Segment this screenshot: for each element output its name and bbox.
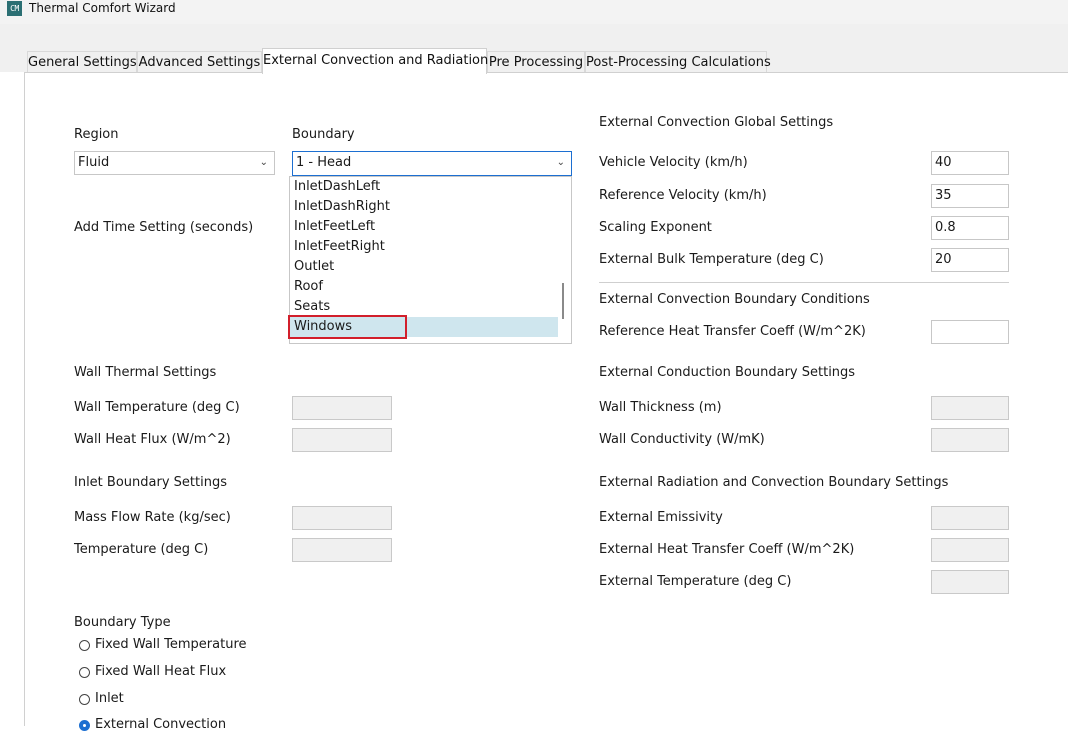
chevron-down-icon: ⌄	[259, 157, 268, 168]
wall-thickness-label: Wall Thickness (m)	[599, 400, 722, 415]
tab-external-convection-radiation[interactable]: External Convection and Radiation	[262, 48, 488, 74]
list-item[interactable]: InletDashRight	[294, 197, 390, 217]
external-htc-label: External Heat Transfer Coeff (W/m^2K)	[599, 542, 855, 557]
tab-general-settings[interactable]: General Settings	[27, 51, 137, 73]
ext-conv-global-section-title: External Convection Global Settings	[599, 115, 834, 130]
boundary-type-section-title: Boundary Type	[74, 615, 171, 630]
boundary-label: Boundary	[292, 127, 355, 142]
list-item[interactable]: InletDashLeft	[294, 177, 380, 197]
vehicle-velocity-field[interactable]: 40	[931, 151, 1009, 175]
ext-conduction-section-title: External Conduction Boundary Settings	[599, 365, 856, 380]
tab-post-processing-calculations[interactable]: Post-Processing Calculations	[585, 51, 771, 73]
external-htc-field[interactable]	[931, 538, 1009, 562]
bulk-temperature-field[interactable]: 20	[931, 248, 1009, 272]
inlet-temperature-field[interactable]	[292, 538, 392, 562]
mass-flow-rate-field[interactable]	[292, 506, 392, 530]
wall-heat-flux-field[interactable]	[292, 428, 392, 452]
region-label: Region	[74, 127, 119, 142]
wall-thermal-section-title: Wall Thermal Settings	[74, 365, 217, 380]
reference-htc-label: Reference Heat Transfer Coeff (W/m^2K)	[599, 324, 866, 339]
region-value: Fluid	[78, 155, 110, 170]
list-scrollbar[interactable]	[562, 283, 564, 319]
add-time-setting-label: Add Time Setting (seconds)	[74, 220, 254, 235]
region-dropdown[interactable]: Fluid ⌄	[74, 151, 275, 175]
list-item[interactable]: InletFeetRight	[294, 237, 385, 257]
tab-advanced-settings[interactable]: Advanced Settings	[137, 51, 262, 73]
tab-pre-processing[interactable]: Pre Processing	[487, 51, 585, 73]
radio-label-fixed-wall-heat-flux: Fixed Wall Heat Flux	[95, 664, 227, 679]
external-emissivity-field[interactable]	[931, 506, 1009, 530]
wall-temperature-field[interactable]	[292, 396, 392, 420]
chevron-down-icon: ⌄	[556, 157, 565, 168]
list-item[interactable]: Roof	[294, 277, 323, 297]
scaling-exponent-field[interactable]: 0.8	[931, 216, 1009, 240]
wall-conductivity-field[interactable]	[931, 428, 1009, 452]
reference-velocity-label: Reference Velocity (km/h)	[599, 188, 767, 203]
inlet-temperature-label: Temperature (deg C)	[74, 542, 209, 557]
boundary-dropdown[interactable]: 1 - Head ⌄	[292, 151, 572, 176]
wall-thickness-field[interactable]	[931, 396, 1009, 420]
ext-rad-conv-section-title: External Radiation and Convection Bounda…	[599, 475, 949, 490]
external-temperature-field[interactable]	[931, 570, 1009, 594]
section-divider	[599, 282, 1009, 283]
radio-external-convection[interactable]	[79, 720, 90, 731]
radio-fixed-wall-temperature[interactable]	[79, 640, 90, 651]
reference-htc-field[interactable]	[931, 320, 1009, 344]
app-icon: CM	[7, 1, 22, 16]
radio-inlet[interactable]	[79, 694, 90, 705]
list-item[interactable]: Outlet	[294, 257, 334, 277]
ext-conv-bc-section-title: External Convection Boundary Conditions	[599, 292, 870, 307]
boundary-value: 1 - Head	[296, 155, 352, 170]
radio-label-fixed-wall-temperature: Fixed Wall Temperature	[95, 637, 247, 652]
reference-velocity-field[interactable]: 35	[931, 184, 1009, 208]
scaling-exponent-label: Scaling Exponent	[599, 220, 712, 235]
inlet-section-title: Inlet Boundary Settings	[74, 475, 227, 490]
wall-conductivity-label: Wall Conductivity (W/mK)	[599, 432, 765, 447]
external-emissivity-label: External Emissivity	[599, 510, 723, 525]
bulk-temperature-label: External Bulk Temperature (deg C)	[599, 252, 824, 267]
vehicle-velocity-label: Vehicle Velocity (km/h)	[599, 155, 748, 170]
mass-flow-rate-label: Mass Flow Rate (kg/sec)	[74, 510, 231, 525]
window-title: Thermal Comfort Wizard	[29, 1, 176, 15]
external-temperature-label: External Temperature (deg C)	[599, 574, 792, 589]
list-item[interactable]: InletFeetLeft	[294, 217, 375, 237]
highlight-annotation-box	[288, 315, 407, 339]
wall-temperature-label: Wall Temperature (deg C)	[74, 400, 240, 415]
wall-heat-flux-label: Wall Heat Flux (W/m^2)	[74, 432, 231, 447]
radio-fixed-wall-heat-flux[interactable]	[79, 667, 90, 678]
list-item[interactable]: Seats	[294, 297, 330, 317]
radio-label-inlet: Inlet	[95, 691, 124, 706]
